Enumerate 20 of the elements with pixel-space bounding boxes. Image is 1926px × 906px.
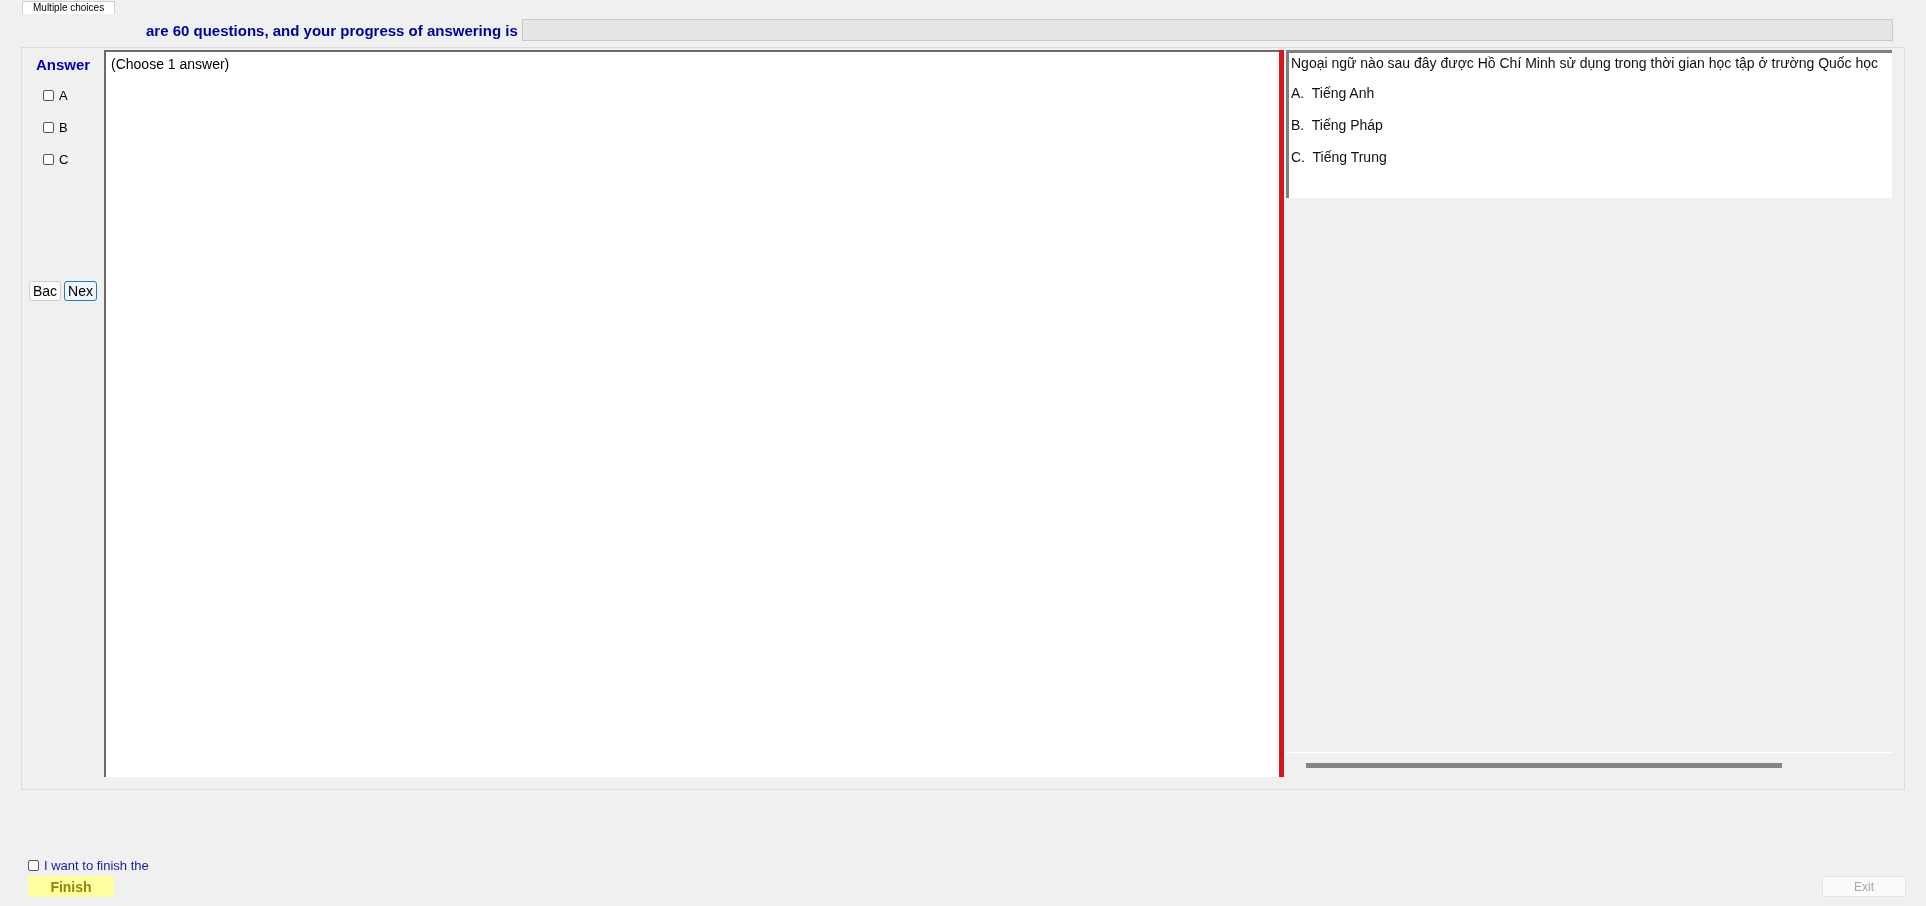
finish-button[interactable]: Finish bbox=[28, 876, 114, 897]
next-button[interactable]: Nex bbox=[64, 281, 97, 301]
question-text: Ngoại ngữ nào sau đây được Hồ Chí Minh sử dụng trong thời gian học tập ở trường Quốc học bbox=[1291, 55, 1880, 71]
finish-checkbox-label[interactable]: I want to finish the bbox=[28, 858, 149, 873]
choice-text: B. Tiếng Pháp bbox=[1291, 117, 1384, 133]
choice-text: A. Tiếng Anh bbox=[1291, 85, 1376, 101]
answer-option[interactable]: A bbox=[43, 79, 83, 111]
checkbox[interactable] bbox=[43, 89, 54, 101]
checkbox[interactable] bbox=[28, 860, 39, 871]
answer-option[interactable]: B bbox=[43, 111, 83, 143]
tab[interactable]: Multiple choices bbox=[22, 1, 116, 14]
checkbox[interactable] bbox=[43, 121, 54, 133]
progress-caption: are 60 questions, and your progress of answering is bbox=[146, 21, 518, 39]
checkbox[interactable] bbox=[43, 153, 54, 165]
answer-option[interactable]: C bbox=[43, 143, 83, 175]
back-button[interactable]: Bac bbox=[29, 281, 62, 301]
instruction-text: (Choose 1 answer) bbox=[111, 56, 230, 72]
scrollbar-thumb[interactable] bbox=[1306, 762, 1782, 768]
choice-text: C. Tiếng Trung bbox=[1291, 149, 1388, 165]
answer-title: Answer bbox=[35, 56, 91, 73]
